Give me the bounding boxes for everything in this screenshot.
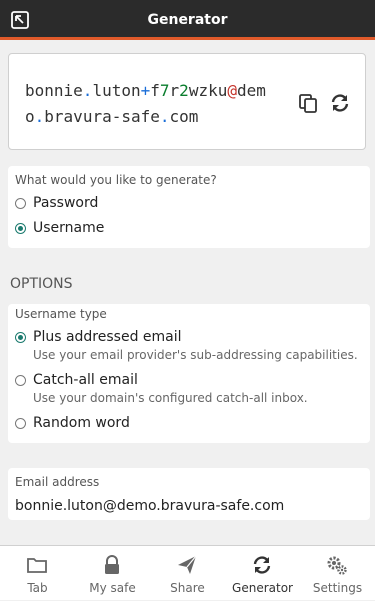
tab-tab[interactable]: Tab xyxy=(0,546,75,601)
username-type-card: Username type Plus addressed email Use y… xyxy=(8,304,370,443)
radio-label: Random word xyxy=(33,415,130,431)
radio-label: Plus addressed email xyxy=(33,329,182,345)
gen-part: luton xyxy=(92,81,141,100)
radio-plus-addressed[interactable]: Plus addressed email xyxy=(15,327,182,347)
gen-part: com xyxy=(169,107,199,126)
radio-description: Use your email provider's sub-addressing… xyxy=(33,348,358,362)
email-address-input[interactable]: bonnie.luton@demo.bravura-safe.com xyxy=(15,498,284,514)
generated-username: bonnie.luton+f7r2wzku@demo.bravura-safe.… xyxy=(25,78,270,130)
radio-button[interactable] xyxy=(15,417,26,429)
gen-part: . xyxy=(82,81,93,100)
radio-button-selected[interactable] xyxy=(15,222,26,234)
tab-label: My safe xyxy=(89,581,136,595)
refresh-icon xyxy=(253,556,271,574)
radio-catch-all[interactable]: Catch-all email xyxy=(15,370,138,390)
tab-label: Share xyxy=(170,581,205,595)
radio-username[interactable]: Username xyxy=(15,218,104,238)
tab-settings[interactable]: Settings xyxy=(300,546,375,601)
copy-icon[interactable] xyxy=(297,92,319,114)
regenerate-icon[interactable] xyxy=(329,92,351,114)
gen-part: . xyxy=(34,107,45,126)
page-title: Generator xyxy=(147,12,228,28)
gen-part: @ xyxy=(227,81,237,100)
radio-label: Password xyxy=(33,195,99,211)
tab-label: Settings xyxy=(312,581,363,595)
bottom-tab-bar: Tab My safe Share Generator Settings xyxy=(0,545,375,600)
tab-label: Generator xyxy=(232,581,293,595)
folder-icon xyxy=(27,558,47,573)
radio-label: Catch-all email xyxy=(33,372,138,388)
gen-part: bravura-safe xyxy=(44,107,160,126)
header-bar: Generator xyxy=(0,0,375,40)
gen-part: . xyxy=(159,107,170,126)
lock-icon xyxy=(105,555,119,574)
radio-random-word[interactable]: Random word xyxy=(15,413,130,433)
tab-my-safe[interactable]: My safe xyxy=(75,546,150,601)
radio-label: Username xyxy=(33,220,105,236)
radio-button[interactable] xyxy=(15,374,26,386)
tab-share[interactable]: Share xyxy=(150,546,225,601)
radio-button[interactable] xyxy=(15,197,26,209)
tab-label: Tab xyxy=(27,581,48,595)
options-section-title: OPTIONS xyxy=(10,276,73,292)
email-address-card[interactable]: Email address bonnie.luton@demo.bravura-… xyxy=(8,468,370,520)
tab-generator[interactable]: Generator xyxy=(225,546,300,601)
gen-part: 2 xyxy=(179,81,189,100)
gen-part: wzku xyxy=(188,81,228,100)
send-icon xyxy=(178,555,197,574)
email-address-label: Email address xyxy=(15,475,100,489)
gears-icon xyxy=(327,556,347,575)
generated-value-box: bonnie.luton+f7r2wzku@demo.bravura-safe.… xyxy=(8,53,366,150)
gen-part: r xyxy=(169,81,180,100)
radio-button-selected[interactable] xyxy=(15,331,26,343)
gen-part: 7 xyxy=(159,81,170,100)
generate-type-card: What would you like to generate? Passwor… xyxy=(8,166,370,248)
generate-type-question: What would you like to generate? xyxy=(15,173,217,187)
username-type-label: Username type xyxy=(15,307,107,321)
gen-part: + xyxy=(140,81,151,100)
gen-part: f xyxy=(150,81,160,100)
radio-password[interactable]: Password xyxy=(15,193,98,213)
radio-description: Use your domain's configured catch-all i… xyxy=(33,391,308,405)
gen-part: bonnie xyxy=(25,81,83,100)
